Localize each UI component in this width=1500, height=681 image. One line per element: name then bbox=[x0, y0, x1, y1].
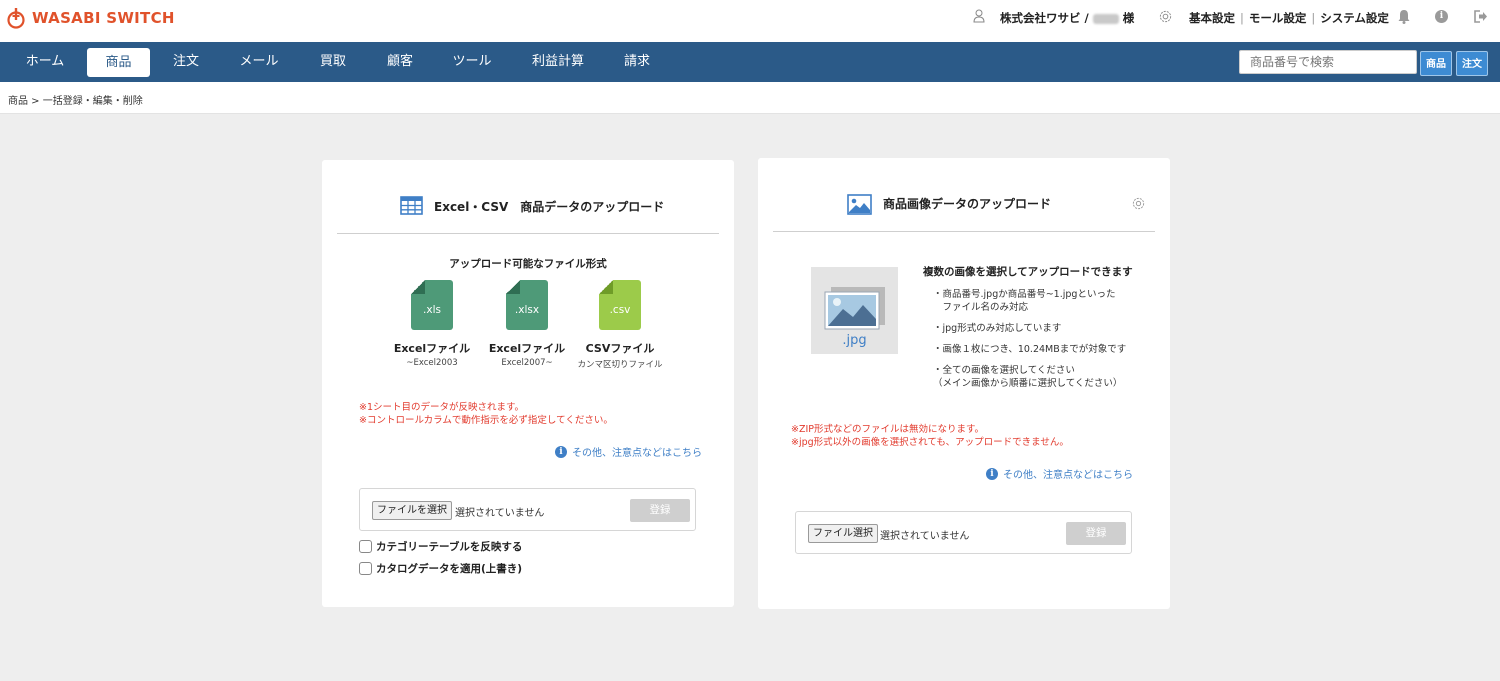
checkbox-catalog-data[interactable]: カタログデータを適用(上書き) bbox=[359, 561, 522, 576]
format-csv: .csv CSVファイル カンマ区切りファイル bbox=[575, 280, 665, 370]
nav-item-billing[interactable]: 請求 bbox=[611, 42, 663, 82]
checkbox-label: カテゴリーテーブルを反映する bbox=[376, 541, 523, 553]
format-sub: Excel2007~ bbox=[501, 358, 553, 368]
info-link-text: その他、注意点などはこちら bbox=[1003, 470, 1133, 481]
warning-note: ※1シート目のデータが反映されます。 bbox=[359, 402, 525, 413]
nav-item-profit-calc[interactable]: 利益計算 bbox=[520, 42, 596, 82]
image-info-link[interactable]: i その他、注意点などはこちら bbox=[986, 466, 1133, 481]
divider bbox=[337, 233, 719, 234]
account-name[interactable]: 株式会社ワサビ / 様 bbox=[1000, 10, 1134, 26]
redacted-name bbox=[1092, 13, 1119, 24]
nav-item-tools[interactable]: ツール bbox=[441, 42, 503, 82]
info-icon: i bbox=[986, 467, 998, 480]
requirement-item: ・画像１枚につき、10.24MBまでが対象です bbox=[933, 344, 1127, 355]
file-status: 選択されていません bbox=[880, 531, 970, 542]
info-link-text: その他、注意点などはこちら bbox=[572, 448, 702, 459]
excel-card-title: Excel・CSV 商品データのアップロード bbox=[434, 200, 665, 214]
format-sub: カンマ区切りファイル bbox=[577, 360, 663, 370]
xlsx-file-icon: .xlsx bbox=[506, 280, 548, 330]
breadcrumb: 商品 > 一括登録・編集・削除 bbox=[8, 96, 143, 107]
logo-icon bbox=[7, 8, 25, 29]
nav-item-home[interactable]: ホーム bbox=[18, 42, 72, 82]
requirement-item: ・商品番号.jpgか商品番号~1.jpgといった ファイル名のみ対応 bbox=[933, 289, 1116, 313]
logo[interactable]: WASABI SWITCH bbox=[6, 7, 175, 29]
warning-note: ※jpg形式以外の画像を選択されても、アップロードできません。 bbox=[791, 437, 1069, 448]
nav-item-mail[interactable]: メール bbox=[228, 42, 290, 82]
xls-file-icon: .xls bbox=[411, 280, 453, 330]
image-heading: 複数の画像を選択してアップロードできます bbox=[923, 266, 1133, 278]
checkbox[interactable] bbox=[359, 540, 372, 553]
choose-file-button[interactable]: ファイルを選択 bbox=[372, 501, 452, 520]
image-upload-box: ファイル選択 選択されていません 登録 bbox=[795, 511, 1132, 554]
link-basic-settings[interactable]: 基本設定 bbox=[1189, 11, 1235, 25]
search-product-button[interactable]: 商品 bbox=[1420, 51, 1452, 76]
checkbox-label: カタログデータを適用(上書き) bbox=[376, 563, 523, 575]
warning-note: ※ZIP形式などのファイルは無効になります。 bbox=[791, 424, 985, 435]
requirement-item: ・jpg形式のみ対応しています bbox=[933, 323, 1062, 334]
format-label: Excelファイル bbox=[393, 342, 471, 355]
logout-icon[interactable] bbox=[1474, 10, 1488, 23]
nav-item-products[interactable]: 商品 bbox=[87, 48, 150, 77]
image-card-title: 商品画像データのアップロード bbox=[883, 197, 1052, 211]
checkbox-category-table[interactable]: カテゴリーテーブルを反映する bbox=[359, 539, 522, 554]
divider bbox=[773, 231, 1155, 232]
file-status: 選択されていません bbox=[455, 508, 545, 519]
nav-item-purchase[interactable]: 買取 bbox=[307, 42, 359, 82]
image-requirements-list: ・商品番号.jpgか商品番号~1.jpgといった ファイル名のみ対応 ・jpg形… bbox=[933, 288, 1126, 398]
info-icon[interactable]: i bbox=[1435, 10, 1448, 23]
register-button[interactable]: 登録 bbox=[630, 499, 690, 522]
image-upload-card: 商品画像データのアップロード .jpg 複数の画像を選択してアップロードできます… bbox=[758, 158, 1170, 609]
honorific: 様 bbox=[1122, 11, 1135, 25]
link-mall-settings[interactable]: モール設定 bbox=[1249, 11, 1307, 25]
nav-item-customers[interactable]: 顧客 bbox=[374, 42, 426, 82]
choose-file-button[interactable]: ファイル選択 bbox=[808, 524, 878, 543]
top-header: WASABI SWITCH 株式会社ワサビ / 様 基本設定 | モール設定 | システム… bbox=[0, 0, 1500, 42]
table-icon bbox=[400, 196, 423, 215]
requirement-item: ・全ての画像を選択してください （メイン画像から順番に選択してください） bbox=[933, 365, 1123, 389]
excel-csv-upload-card: Excel・CSV 商品データのアップロード アップロード可能なファイル形式 .… bbox=[322, 160, 734, 607]
excel-info-link[interactable]: i その他、注意点などはこちら bbox=[555, 444, 702, 459]
formats-heading: アップロード可能なファイル形式 bbox=[449, 258, 607, 270]
jpg-label: .jpg bbox=[842, 333, 867, 348]
search-input[interactable] bbox=[1239, 50, 1417, 74]
image-icon bbox=[847, 194, 872, 215]
settings-links: 基本設定 | モール設定 | システム設定 bbox=[1189, 11, 1389, 25]
jpg-thumbnail: .jpg bbox=[811, 267, 898, 354]
checkbox[interactable] bbox=[359, 562, 372, 575]
format-xlsx: .xlsx Excelファイル Excel2007~ bbox=[487, 280, 567, 368]
info-icon: i bbox=[555, 445, 567, 458]
warning-note: ※コントロールカラムで動作指示を必ず指定してください。 bbox=[359, 415, 613, 426]
bell-icon[interactable] bbox=[1397, 9, 1411, 24]
user-icon[interactable] bbox=[973, 9, 985, 23]
excel-upload-box: ファイルを選択 選択されていません 登録 bbox=[359, 488, 696, 531]
picture-icon bbox=[824, 287, 885, 330]
csv-file-icon: .csv bbox=[599, 280, 641, 330]
company-name: 株式会社ワサビ / bbox=[1000, 11, 1089, 25]
format-label: Excelファイル bbox=[488, 342, 566, 355]
gear-icon[interactable] bbox=[1131, 196, 1146, 211]
breadcrumb-bar: 商品 > 一括登録・編集・削除 bbox=[0, 82, 1500, 114]
search-order-button[interactable]: 注文 bbox=[1456, 51, 1488, 76]
format-sub: ~Excel2003 bbox=[406, 358, 458, 368]
logo-text: WASABI SWITCH bbox=[32, 9, 175, 27]
format-label: CSVファイル bbox=[585, 342, 655, 355]
link-system-settings[interactable]: システム設定 bbox=[1320, 11, 1389, 25]
register-button[interactable]: 登録 bbox=[1066, 522, 1126, 545]
gear-icon[interactable] bbox=[1158, 9, 1173, 24]
nav-item-orders[interactable]: 注文 bbox=[160, 42, 212, 82]
format-xls: .xls Excelファイル ~Excel2003 bbox=[392, 280, 472, 368]
